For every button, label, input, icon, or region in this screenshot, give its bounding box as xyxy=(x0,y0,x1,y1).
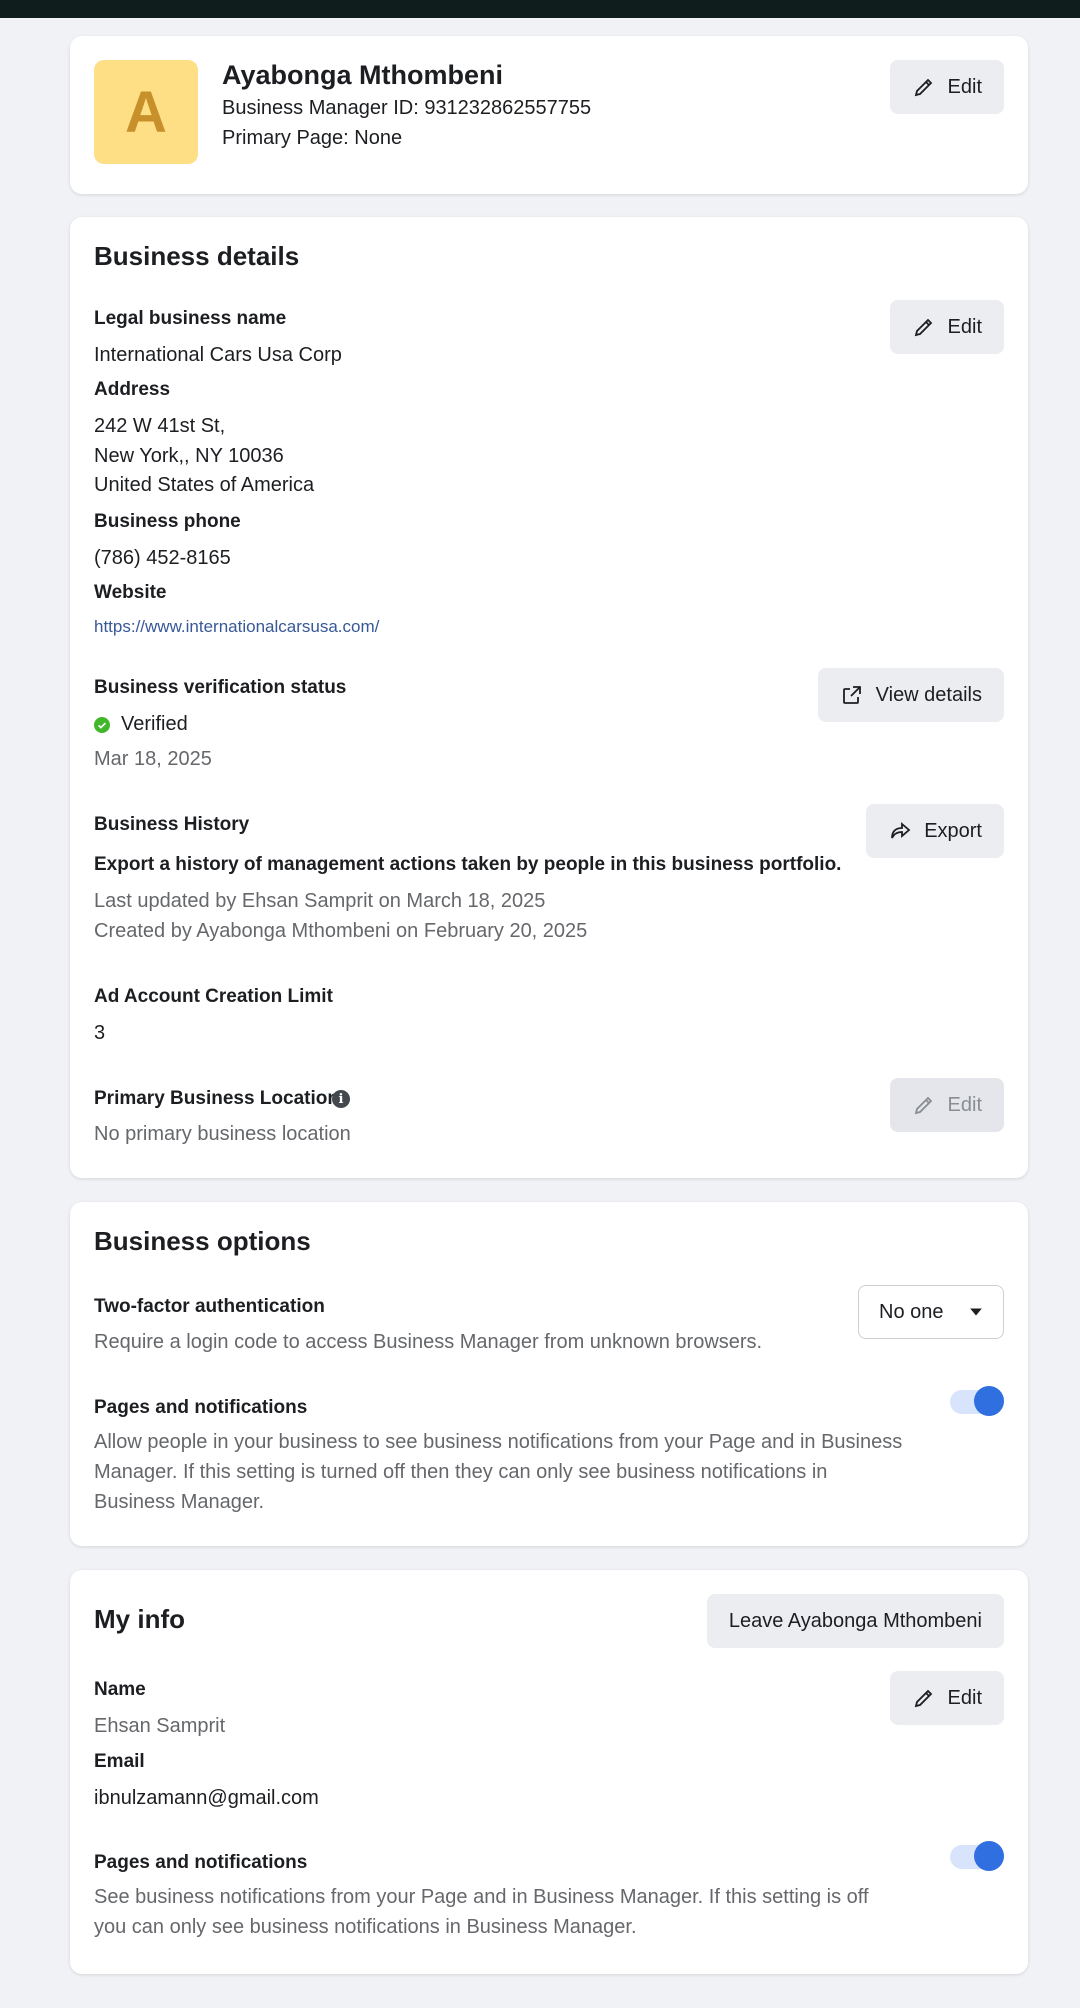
leave-business-button[interactable]: Leave Ayabonga Mthombeni xyxy=(706,1594,1004,1648)
verification-date: Mar 18, 2025 xyxy=(94,748,212,770)
primary-location-value: No primary business location xyxy=(94,1123,351,1145)
section-title: Business options xyxy=(94,1226,311,1256)
external-link-icon xyxy=(842,686,861,704)
pencil-icon xyxy=(914,318,932,337)
history-description: Export a history of management actions t… xyxy=(94,854,842,875)
my-pages-notifications-label: Pages and notifications xyxy=(94,1852,308,1873)
name-value: Ehsan Samprit xyxy=(94,1715,226,1737)
section-title: Business details xyxy=(94,241,300,271)
verified-icon xyxy=(94,717,110,733)
two-factor-label: Two-factor authentication xyxy=(94,1296,325,1317)
top-bar xyxy=(0,0,1080,18)
website-link[interactable]: https://www.internationalcarsusa.com/ xyxy=(94,617,379,637)
pencil-icon xyxy=(914,78,932,97)
name-label: Name xyxy=(94,1679,146,1700)
business-options-card: Business options Two-factor authenticati… xyxy=(70,1202,1028,1546)
pages-notifications-description: Allow people in your business to see bus… xyxy=(94,1431,903,1513)
edit-business-details-button[interactable]: Edit xyxy=(889,300,1004,354)
edit-header-button[interactable]: Edit xyxy=(889,60,1004,114)
business-header-card: A Ayabonga Mthombeni Business Manager ID… xyxy=(70,36,1028,194)
verification-label: Business verification status xyxy=(94,677,347,698)
pages-notifications-label: Pages and notifications xyxy=(94,1397,308,1418)
business-manager-id: Business Manager ID: 931232862557755 xyxy=(222,97,592,119)
ad-limit-label: Ad Account Creation Limit xyxy=(94,986,333,1007)
address-line-3: United States of America xyxy=(94,474,315,496)
phone-value: (786) 452-8165 xyxy=(94,547,231,569)
email-label: Email xyxy=(94,1751,145,1772)
share-arrow-icon xyxy=(891,822,911,839)
export-history-button[interactable]: Export xyxy=(866,804,1004,858)
my-info-card: My info Leave Ayabonga Mthombeni Edit Na… xyxy=(70,1570,1028,1974)
legal-name-label: Legal business name xyxy=(94,308,287,329)
phone-label: Business phone xyxy=(94,511,241,532)
avatar-letter: A xyxy=(125,79,167,145)
pencil-icon xyxy=(914,1096,932,1115)
edit-primary-location-button[interactable]: Edit xyxy=(889,1078,1004,1132)
history-created: Created by Ayabonga Mthombeni on Februar… xyxy=(94,920,588,942)
view-details-button[interactable]: View details xyxy=(817,668,1004,722)
edit-my-info-button[interactable]: Edit xyxy=(889,1671,1004,1725)
caret-down-icon xyxy=(970,1308,982,1316)
pencil-icon xyxy=(914,1689,932,1708)
address-label: Address xyxy=(94,379,171,400)
two-factor-select[interactable]: No one xyxy=(858,1285,1004,1339)
email-value: ibnulzamann@gmail.com xyxy=(94,1787,319,1809)
my-pages-notifications-toggle[interactable] xyxy=(950,1841,1004,1871)
legal-name-value: International Cars Usa Corp xyxy=(94,344,342,366)
primary-page: Primary Page: None xyxy=(222,127,403,149)
address-line-1: 242 W 41st St, xyxy=(94,415,226,437)
verification-status: Verified xyxy=(121,713,188,735)
address-line-2: New York,, NY 10036 xyxy=(94,445,284,467)
primary-location-label: Primary Business Location xyxy=(94,1088,339,1109)
avatar: A xyxy=(94,60,198,164)
business-name: Ayabonga Mthombeni xyxy=(222,60,503,90)
my-pages-notifications-description: See business notifications from your Pag… xyxy=(94,1886,869,1938)
website-label: Website xyxy=(94,582,167,603)
section-title: My info xyxy=(94,1604,185,1634)
pages-notifications-toggle[interactable] xyxy=(950,1386,1004,1416)
history-updated: Last updated by Ehsan Samprit on March 1… xyxy=(94,890,546,912)
history-label: Business History xyxy=(94,814,250,835)
ad-limit-value: 3 xyxy=(94,1022,106,1044)
info-icon[interactable]: i xyxy=(332,1090,350,1108)
two-factor-description: Require a login code to access Business … xyxy=(94,1331,763,1353)
business-details-card: Business details Edit Legal business nam… xyxy=(70,217,1028,1178)
